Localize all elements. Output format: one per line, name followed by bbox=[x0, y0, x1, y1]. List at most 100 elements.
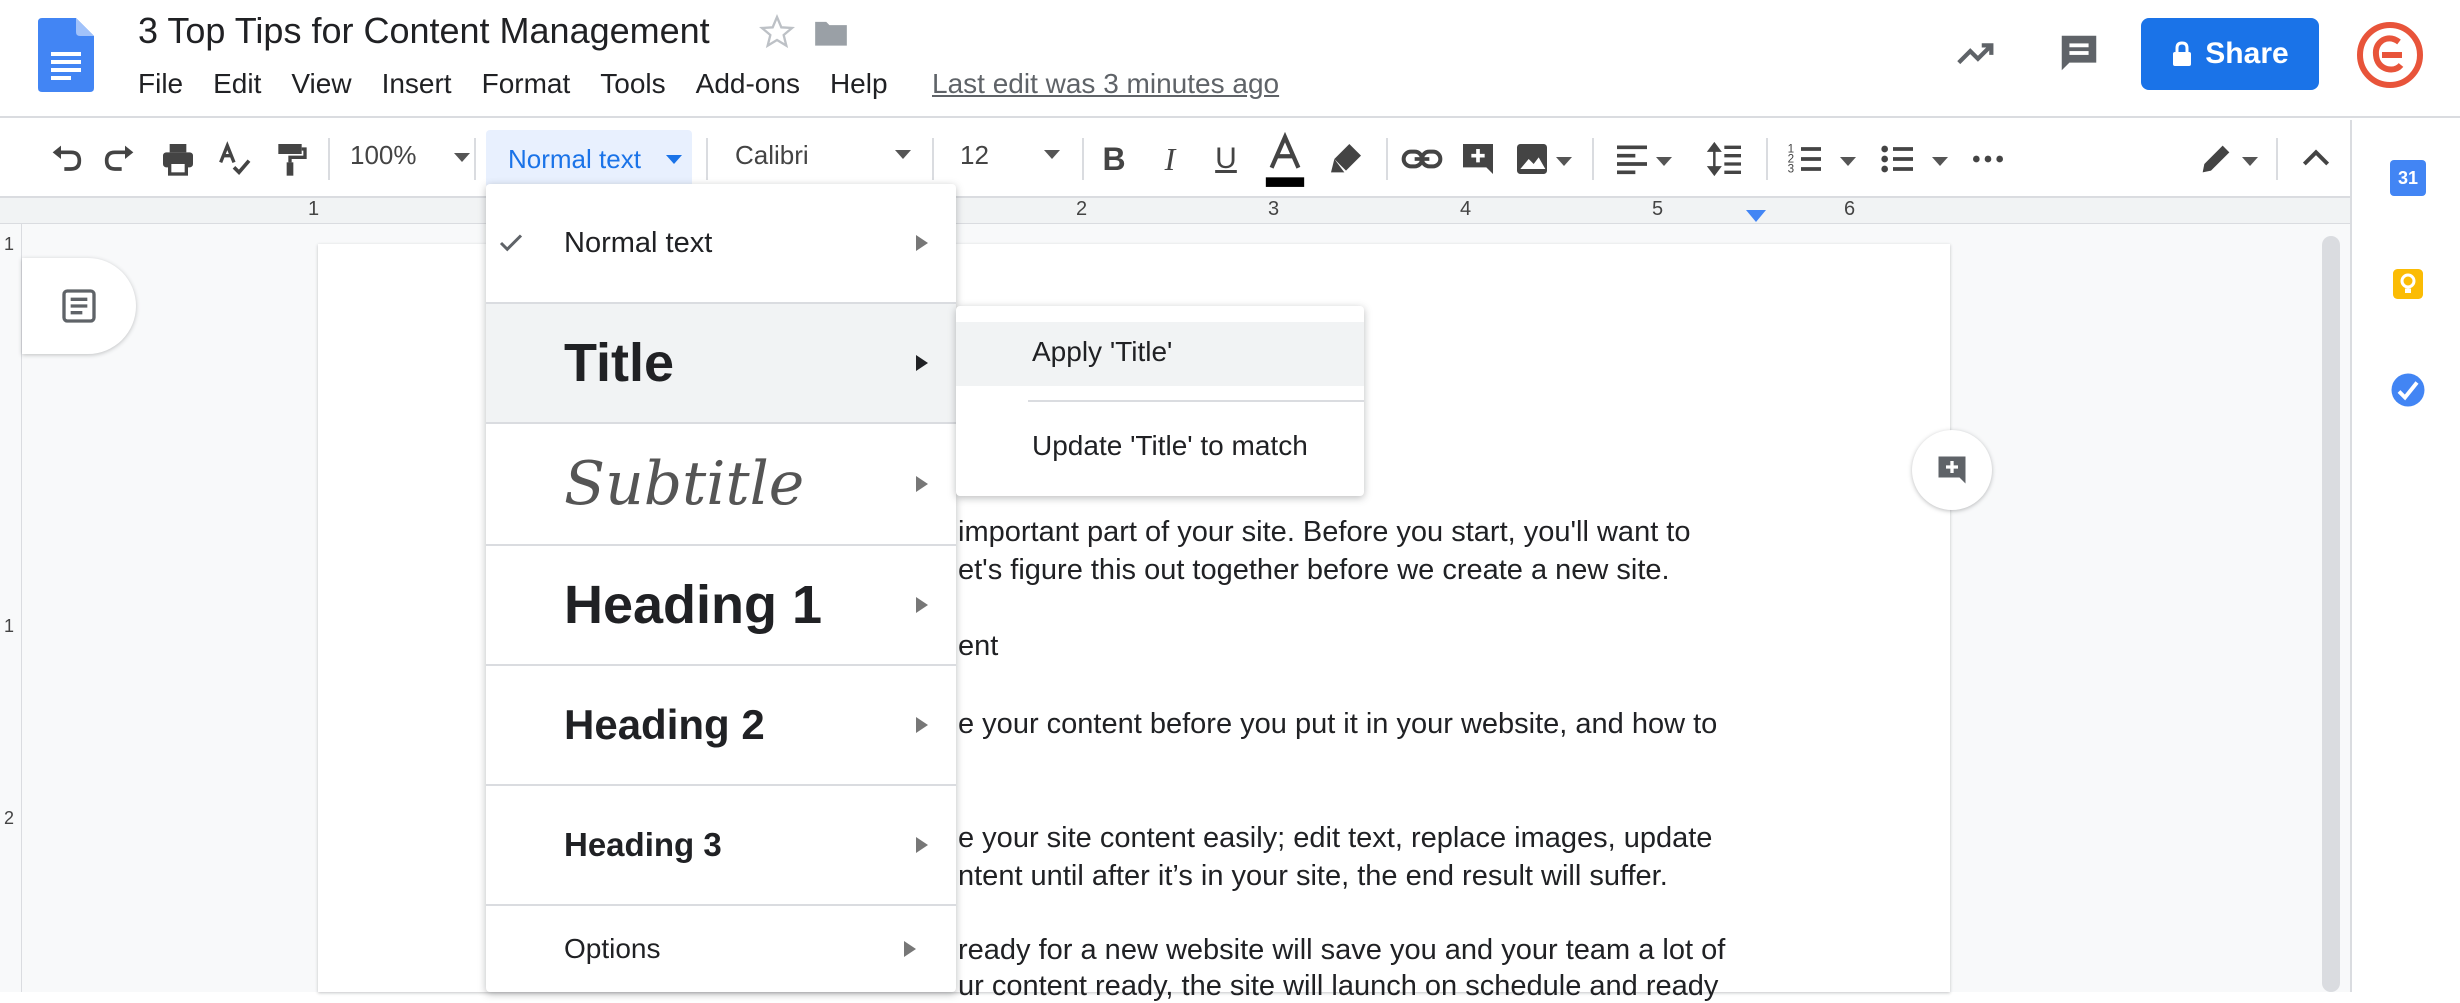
ruler-label: 1 bbox=[308, 198, 320, 220]
avatar[interactable] bbox=[2357, 22, 2423, 88]
menu-edit[interactable]: Edit bbox=[213, 68, 261, 108]
more-icon[interactable] bbox=[1968, 136, 2008, 182]
menu-insert[interactable]: Insert bbox=[382, 68, 452, 108]
keep-icon[interactable] bbox=[2390, 266, 2426, 302]
doc-text-line: e your content before you put it in your… bbox=[958, 708, 1718, 740]
spellcheck-icon[interactable] bbox=[214, 136, 254, 182]
chevron-down-icon[interactable] bbox=[1932, 157, 1948, 166]
menu-item-heading-2[interactable]: Heading 2 bbox=[486, 666, 956, 786]
insert-image-icon[interactable] bbox=[1512, 136, 1552, 182]
font-size-select[interactable]: 12 bbox=[960, 140, 1060, 171]
submenu-arrow-icon bbox=[916, 837, 928, 853]
menu-item-subtitle[interactable]: Subtitle bbox=[486, 424, 956, 546]
vertical-ruler[interactable]: 1 1 2 bbox=[0, 224, 22, 992]
bold-icon[interactable]: B bbox=[1098, 136, 1130, 182]
menu-item-label: Normal text bbox=[564, 226, 713, 259]
line-spacing-icon[interactable] bbox=[1706, 136, 1746, 182]
paint-format-icon[interactable] bbox=[270, 136, 310, 182]
print-icon[interactable] bbox=[158, 136, 198, 182]
zoom-select[interactable]: 100% bbox=[350, 140, 470, 171]
right-indent-marker[interactable] bbox=[1746, 210, 1766, 222]
chevron-down-icon bbox=[666, 155, 682, 164]
menu-format[interactable]: Format bbox=[482, 68, 571, 108]
document-outline-button[interactable] bbox=[22, 258, 136, 354]
calendar-icon[interactable]: 31 bbox=[2390, 160, 2426, 196]
ruler-label: 6 bbox=[1844, 198, 1856, 220]
toolbar-divider bbox=[1082, 138, 1084, 180]
font-value: Calibri bbox=[735, 140, 809, 170]
calendar-day: 31 bbox=[2397, 167, 2419, 188]
document-title[interactable]: 3 Top Tips for Content Management bbox=[138, 10, 710, 52]
italic-icon[interactable]: I bbox=[1154, 136, 1186, 182]
submenu-divider bbox=[1028, 400, 1364, 402]
menu-bar: File Edit View Insert Format Tools Add-o… bbox=[138, 68, 918, 108]
folder-icon[interactable] bbox=[812, 14, 850, 52]
star-icon[interactable] bbox=[757, 12, 797, 52]
menu-item-normal-text[interactable]: Normal text bbox=[486, 184, 956, 304]
submenu-arrow-icon bbox=[916, 235, 928, 251]
menu-item-options[interactable]: Options bbox=[486, 906, 956, 992]
undo-icon[interactable] bbox=[46, 136, 86, 182]
menu-file[interactable]: File bbox=[138, 68, 183, 108]
share-button[interactable]: Share bbox=[2141, 18, 2319, 90]
toolbar-divider bbox=[474, 138, 476, 180]
apply-title-option[interactable]: Apply 'Title' bbox=[956, 322, 1364, 386]
comment-icon[interactable] bbox=[2056, 30, 2102, 76]
ruler-label: 2 bbox=[1076, 198, 1088, 220]
chevron-down-icon bbox=[895, 150, 911, 159]
paragraph-style-select[interactable]: Normal text bbox=[486, 130, 692, 188]
chevron-down-icon[interactable] bbox=[2242, 157, 2258, 166]
tasks-icon[interactable] bbox=[2390, 372, 2426, 408]
underline-icon[interactable]: U bbox=[1208, 136, 1244, 182]
toolbar-divider bbox=[1592, 138, 1594, 180]
ruler-label: 3 bbox=[1268, 198, 1280, 220]
bulleted-list-icon[interactable] bbox=[1878, 136, 1918, 182]
update-title-option[interactable]: Update 'Title' to match bbox=[956, 416, 1364, 480]
vertical-scrollbar[interactable] bbox=[2322, 236, 2340, 992]
align-icon[interactable] bbox=[1612, 136, 1652, 182]
toolbar-divider bbox=[1766, 138, 1768, 180]
menu-view[interactable]: View bbox=[291, 68, 351, 108]
menu-item-title[interactable]: Title bbox=[486, 304, 956, 424]
toolbar-divider bbox=[1386, 138, 1388, 180]
redo-icon[interactable] bbox=[100, 136, 140, 182]
menu-tools[interactable]: Tools bbox=[600, 68, 665, 108]
submenu-arrow-icon bbox=[916, 717, 928, 733]
vruler-label: 1 bbox=[4, 234, 15, 254]
add-comment-button[interactable] bbox=[1912, 430, 1992, 510]
menu-item-heading-3[interactable]: Heading 3 bbox=[486, 786, 956, 906]
menu-item-label: Heading 3 bbox=[564, 826, 722, 863]
side-panel: 31 bbox=[2350, 120, 2460, 992]
horizontal-ruler[interactable]: 1 2 3 4 5 6 bbox=[0, 198, 2350, 224]
chevron-down-icon[interactable] bbox=[1556, 157, 1572, 166]
submenu-arrow-icon bbox=[916, 597, 928, 613]
chevron-down-icon bbox=[453, 152, 470, 162]
doc-text-line: ent bbox=[958, 630, 999, 662]
chevron-down-icon[interactable] bbox=[1840, 157, 1856, 166]
check-icon bbox=[499, 234, 523, 252]
docs-icon[interactable] bbox=[38, 18, 94, 92]
menu-help[interactable]: Help bbox=[830, 68, 888, 108]
activity-icon[interactable] bbox=[1953, 30, 1999, 76]
menu-item-label: Subtitle bbox=[564, 449, 805, 519]
paragraph-style-menu: Normal text Title Subtitle Heading 1 Hea… bbox=[486, 184, 956, 992]
last-edit-link[interactable]: Last edit was 3 minutes ago bbox=[932, 68, 1279, 100]
collapse-toolbar-icon[interactable] bbox=[2296, 136, 2336, 182]
menu-addons[interactable]: Add-ons bbox=[696, 68, 800, 108]
share-label: Share bbox=[2205, 37, 2289, 70]
app-header: 3 Top Tips for Content Management File E… bbox=[0, 0, 2460, 118]
doc-text-line: ready for a new website will save you an… bbox=[958, 934, 1726, 966]
numbered-list-icon[interactable]: 123 bbox=[1786, 136, 1826, 182]
highlight-icon[interactable] bbox=[1326, 136, 1366, 182]
add-comment-icon bbox=[1938, 456, 1966, 484]
doc-text-line: important part of your site. Before you … bbox=[958, 516, 1691, 548]
text-color-icon[interactable] bbox=[1262, 132, 1308, 192]
chevron-down-icon[interactable] bbox=[1656, 157, 1672, 166]
editing-mode-icon[interactable] bbox=[2196, 136, 2236, 182]
font-size-value: 12 bbox=[960, 140, 989, 170]
link-icon[interactable] bbox=[1400, 136, 1444, 182]
menu-item-heading-1[interactable]: Heading 1 bbox=[486, 546, 956, 666]
font-select[interactable]: Calibri bbox=[735, 140, 911, 171]
submenu-arrow-icon bbox=[916, 476, 928, 492]
insert-comment-icon[interactable] bbox=[1458, 136, 1498, 182]
